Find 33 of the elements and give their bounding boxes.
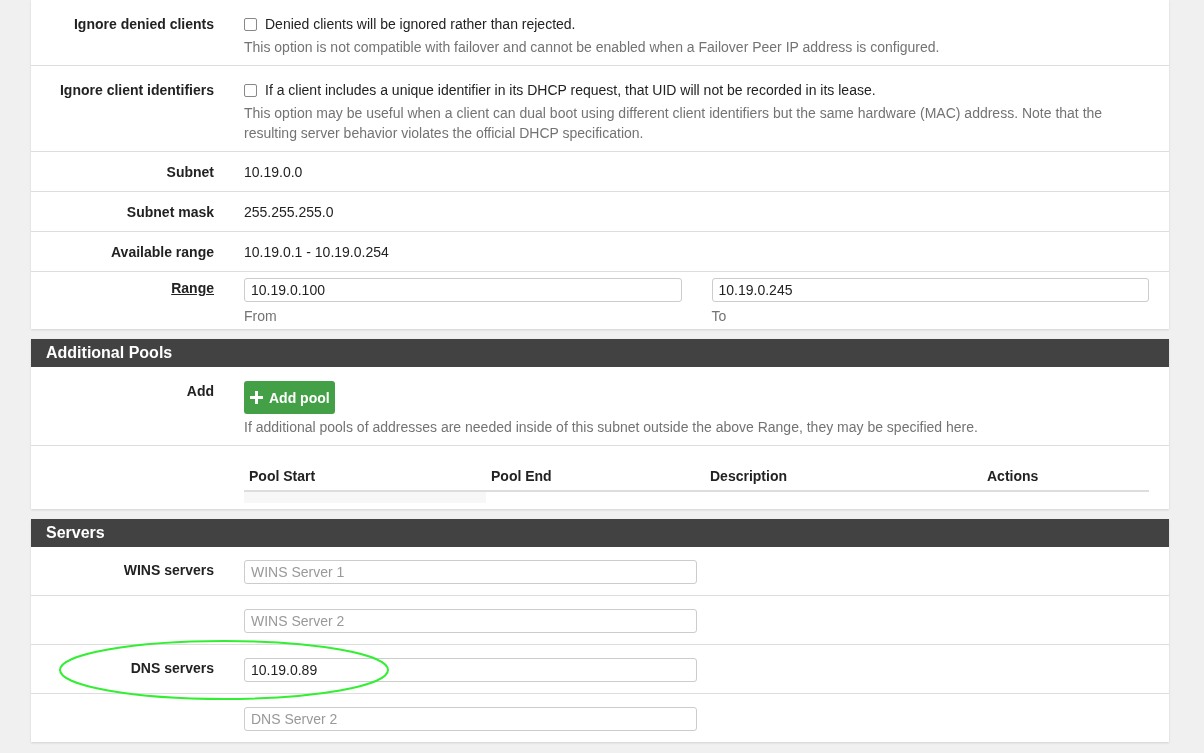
field-label: Range xyxy=(170,279,214,298)
help-text: This option is not compatible with failover and cannot be enabled when a Failover Peer IP address is configured. xyxy=(244,38,941,57)
section-header: Servers xyxy=(31,519,1169,547)
field-label: DNS servers xyxy=(129,659,214,678)
input-field[interactable]: DNS Server 2 xyxy=(244,707,697,731)
input-field[interactable]: 10.19.0.89 xyxy=(244,658,697,682)
value-text: 10.19.0.0 xyxy=(244,164,303,180)
field-label: WINS servers xyxy=(122,561,214,580)
input-field[interactable]: WINS Server 1 xyxy=(244,560,697,584)
value-text: 10.19.0.1 - 10.19.0.254 xyxy=(244,244,389,260)
checkbox-label: Denied clients will be ignored rather than rejected. xyxy=(265,15,576,34)
section-header: Additional Pools xyxy=(31,339,1169,367)
checkbox[interactable] xyxy=(244,83,257,97)
input-field[interactable]: 10.19.0.245 xyxy=(711,278,1149,302)
input-field[interactable]: WINS Server 2 xyxy=(244,609,697,633)
plus-icon xyxy=(250,391,263,404)
field-label: Add xyxy=(185,382,214,401)
field-caption: To xyxy=(711,308,728,324)
help-text: This option may be useful when a client can dual boot using different client identifiers but the same hardware (MAC) address. Note that the resulting server behavior violates the official DHCP specification. xyxy=(244,104,1104,143)
column-header: Description xyxy=(705,460,982,492)
field-label: Ignore client identifiers xyxy=(58,81,214,100)
value-text: 255.255.255.0 xyxy=(244,204,334,220)
column-header: Actions xyxy=(982,460,1149,492)
field-label: Subnet xyxy=(165,163,214,182)
column-header: Pool End xyxy=(486,460,705,492)
checkbox-label: If a client includes a unique identifier in its DHCP request, that UID will not be recorded in its lease. xyxy=(265,81,876,100)
field-caption: From xyxy=(244,308,278,324)
field-label: Subnet mask xyxy=(125,203,214,222)
input-field[interactable]: 10.19.0.100 xyxy=(244,278,682,302)
field-label: Available range xyxy=(110,243,214,262)
field-label: Ignore denied clients xyxy=(72,15,214,34)
checkbox[interactable] xyxy=(244,17,257,31)
help-text: If additional pools of addresses are needed inside of this subnet outside the above Range, they may be specified here. xyxy=(244,418,979,437)
